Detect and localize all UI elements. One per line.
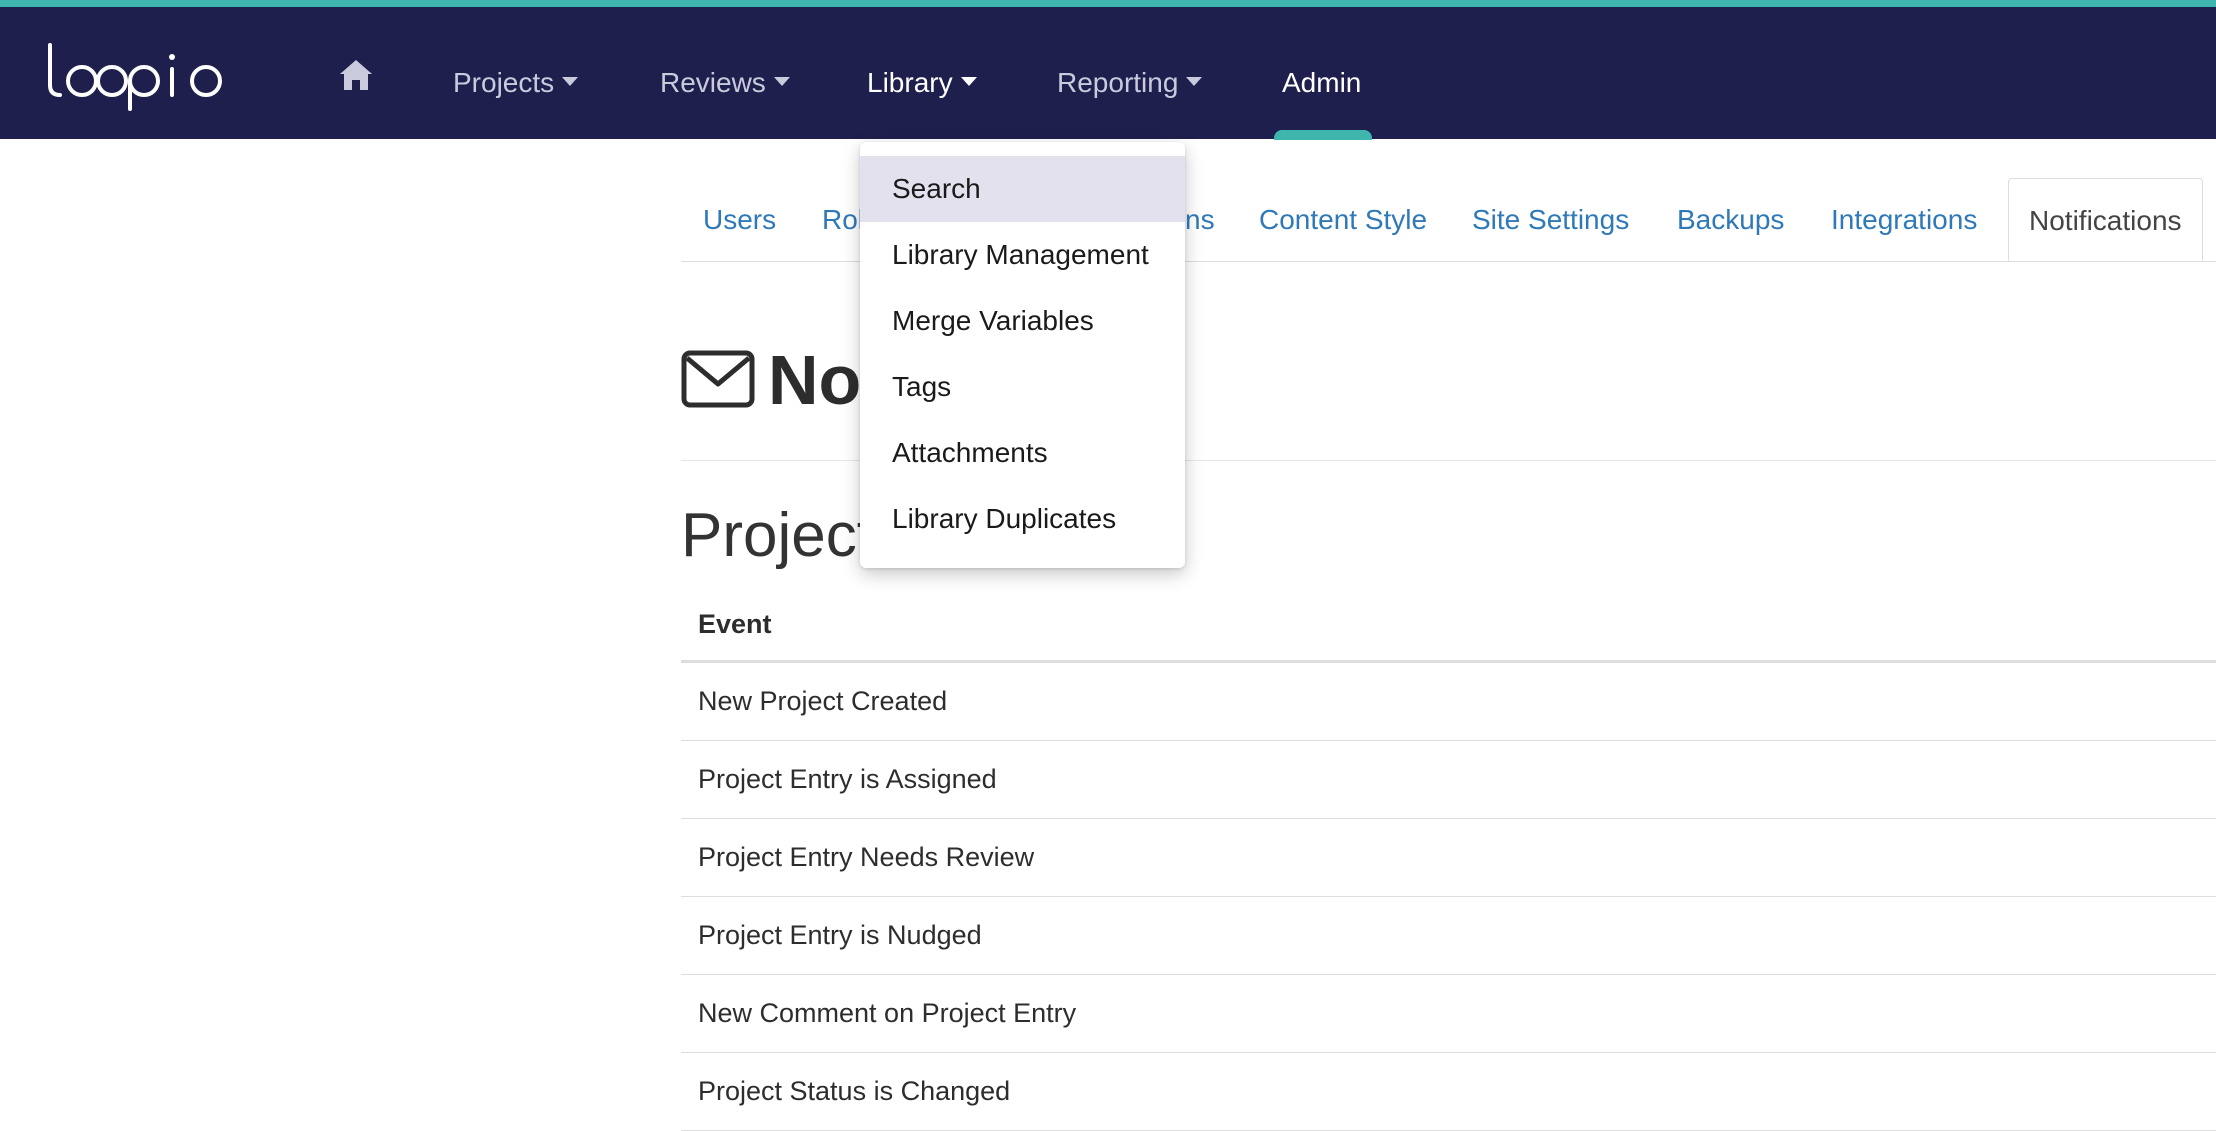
section-title: Project: [681, 501, 874, 570]
library-dropdown-menu: Search Library Management Merge Variable…: [860, 142, 1185, 568]
chevron-down-icon: [1186, 77, 1203, 87]
tab-users[interactable]: Users: [703, 178, 776, 261]
nav-projects[interactable]: Projects: [453, 63, 579, 103]
table-row: Project Entry is Nudged: [681, 897, 2216, 975]
table-row: Project Status is Changed: [681, 1053, 2216, 1131]
tab-roles[interactable]: Rol: [822, 178, 864, 261]
loopio-logo[interactable]: [46, 41, 241, 111]
chevron-down-icon: [562, 77, 579, 87]
nav-reporting[interactable]: Reporting: [1057, 63, 1203, 103]
nav-admin[interactable]: Admin: [1282, 63, 1361, 103]
chevron-down-icon: [773, 77, 790, 87]
top-navbar: Projects Reviews Library Reporting Admin: [0, 7, 2216, 139]
menu-item-library-management[interactable]: Library Management: [860, 222, 1185, 288]
table-row: Project Entry is Assigned: [681, 741, 2216, 819]
nav-reviews-label: Reviews: [660, 67, 766, 98]
tab-backups[interactable]: Backups: [1677, 178, 1784, 261]
table-row: Project Entry Needs Review: [681, 819, 2216, 897]
nav-library[interactable]: Library: [867, 63, 977, 103]
menu-item-library-duplicates[interactable]: Library Duplicates: [860, 486, 1185, 552]
table-row: New Comment on Project Entry: [681, 975, 2216, 1053]
envelope-icon: [681, 350, 755, 408]
tab-integrations[interactable]: Integrations: [1831, 178, 1977, 261]
menu-item-tags[interactable]: Tags: [860, 354, 1185, 420]
menu-item-search[interactable]: Search: [860, 156, 1185, 222]
page-title: No: [768, 341, 862, 419]
nav-admin-label: Admin: [1282, 67, 1362, 98]
chevron-down-icon: [960, 77, 977, 87]
home-icon[interactable]: [338, 57, 374, 93]
menu-item-merge-variables[interactable]: Merge Variables: [860, 288, 1185, 354]
tab-notifications[interactable]: Notifications: [2008, 178, 2203, 261]
table-header-event: Event: [681, 594, 2216, 663]
nav-reviews[interactable]: Reviews: [660, 63, 790, 103]
menu-item-attachments[interactable]: Attachments: [860, 420, 1185, 486]
nav-projects-label: Projects: [453, 67, 555, 98]
nav-reporting-label: Reporting: [1057, 67, 1179, 98]
table-row: New Project Created: [681, 663, 2216, 741]
tab-content-style[interactable]: Content Style: [1259, 178, 1427, 261]
notifications-table: Event New Project Created Project Entry …: [681, 594, 2216, 1131]
tab-site-settings[interactable]: Site Settings: [1472, 178, 1629, 261]
active-nav-indicator: [1274, 130, 1372, 140]
tab-permissions[interactable]: ns: [1185, 178, 1215, 261]
top-accent-bar: [0, 0, 2216, 7]
nav-library-label: Library: [867, 67, 953, 98]
